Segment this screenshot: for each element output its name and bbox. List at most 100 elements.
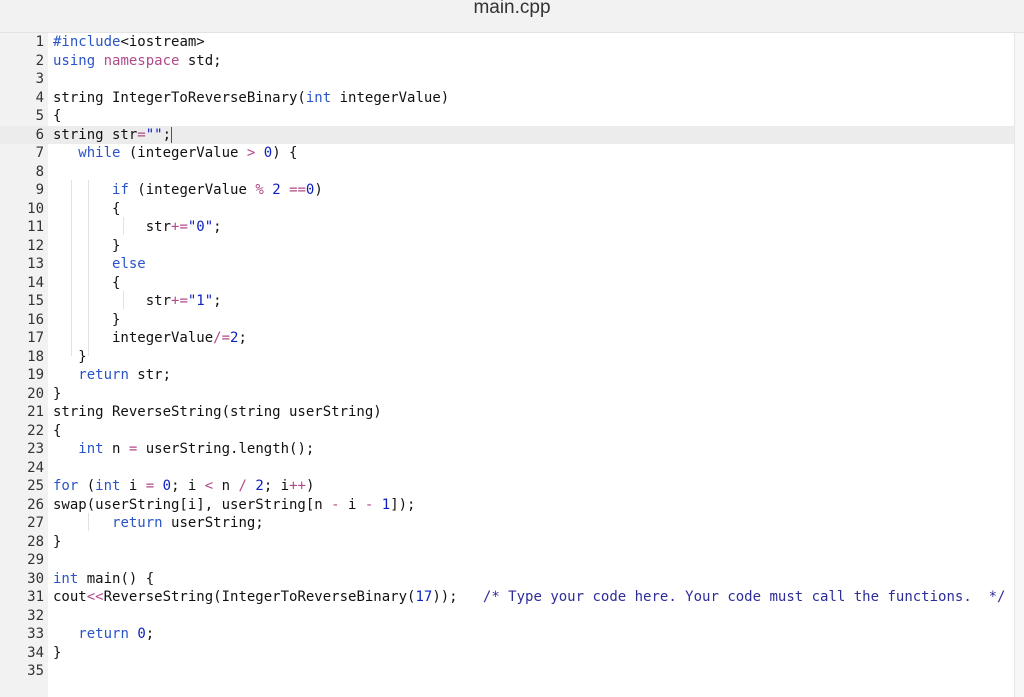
code-line[interactable]: 33 return 0;: [0, 625, 1014, 644]
code-line[interactable]: 28}: [0, 533, 1014, 552]
code-line[interactable]: 6 string str="";: [0, 125, 1014, 144]
code-text: integerValue/=2;: [53, 329, 1014, 348]
title-bar: main.cpp: [0, 0, 1024, 33]
code-token: ; i: [171, 478, 205, 494]
file-title: main.cpp: [473, 0, 551, 18]
code-text: }: [53, 533, 1014, 552]
code-token: ;: [162, 126, 172, 143]
code-line[interactable]: 32: [0, 607, 1014, 626]
code-line[interactable]: 35: [0, 662, 1014, 681]
code-line[interactable]: 31 cout<<ReverseString(IntegerToReverseBi…: [0, 588, 1014, 607]
code-text: return userString;: [53, 514, 1014, 533]
code-token: i: [120, 478, 146, 494]
code-token: /=: [213, 330, 231, 346]
code-token: std;: [179, 52, 222, 69]
code-token: n: [213, 478, 239, 494]
code-token: (: [78, 478, 96, 494]
code-line[interactable]: 17 integerValue/=2;: [0, 329, 1014, 348]
code-editor-window: main.cpp 1 #include<iostream> 2 using names…: [0, 0, 1024, 697]
code-line[interactable]: 34}: [0, 644, 1014, 663]
code-token: str;: [128, 367, 172, 383]
code-text: swap(userString[i], userString[n - i - 1…: [53, 496, 1014, 515]
code-token: ): [314, 182, 323, 198]
code-line[interactable]: 26 swap(userString[i], userString[n - i -…: [0, 496, 1014, 515]
code-line[interactable]: 10 {: [0, 200, 1014, 219]
code-token: (integerValue: [120, 145, 247, 161]
code-token: <iostream>: [120, 34, 205, 50]
code-line[interactable]: 3: [0, 70, 1014, 89]
code-line[interactable]: 12 }: [0, 237, 1014, 256]
line-number: 28: [27, 533, 44, 550]
code-line[interactable]: 29: [0, 551, 1014, 570]
code-line[interactable]: 18 }: [0, 348, 1014, 367]
code-line[interactable]: 19 return str;: [0, 366, 1014, 385]
line-number: 7: [35, 145, 44, 161]
code-line[interactable]: 30 int main() {: [0, 570, 1014, 589]
code-token: ;: [213, 219, 222, 235]
code-token: #include: [53, 34, 121, 50]
code-text: using namespace std;: [53, 52, 1014, 71]
code-line[interactable]: 7 while (integerValue > 0) {: [0, 144, 1014, 163]
code-text: int n = userString.length();: [53, 440, 1014, 459]
line-number: 14: [27, 274, 44, 291]
code-token: swap(userString[i], userString[n: [53, 496, 332, 513]
line-number: 24: [27, 459, 44, 476]
code-token: /* Type your code here. Your code must c…: [482, 589, 1006, 605]
code-line[interactable]: 16 }: [0, 311, 1014, 330]
code-line[interactable]: 22 {: [0, 422, 1014, 441]
line-number: 10: [27, 200, 44, 217]
line-number: 17: [27, 330, 44, 346]
code-text: {: [53, 422, 1014, 441]
line-number: 16: [27, 311, 44, 328]
code-token: i: [339, 496, 365, 513]
code-line[interactable]: 23 int n = userString.length();: [0, 440, 1014, 459]
line-number: 23: [27, 441, 44, 457]
code-token: ++: [289, 478, 306, 494]
vertical-scrollbar[interactable]: [1015, 33, 1024, 697]
code-line[interactable]: 9 if (integerValue % 2 ==0): [0, 181, 1014, 200]
code-line[interactable]: 27 return userString;: [0, 514, 1014, 533]
code-token: (integerValue: [128, 182, 256, 198]
code-line[interactable]: 24: [0, 459, 1014, 478]
code-token: {: [53, 108, 62, 124]
code-text: else: [53, 255, 1014, 274]
indent-guide: [88, 513, 89, 531]
code-token: int: [95, 478, 121, 494]
line-number: 31: [27, 589, 44, 605]
code-line[interactable]: 1 #include<iostream>: [0, 33, 1014, 52]
code-line[interactable]: 4 string IntegerToReverseBinary(int integ…: [0, 89, 1014, 108]
code-line[interactable]: 8: [0, 163, 1014, 182]
code-text: {: [53, 274, 1014, 293]
code-line[interactable]: 25 for (int i = 0; i < n / 2; i++): [0, 477, 1014, 496]
code-line[interactable]: 11 str+="0";: [0, 218, 1014, 237]
code-line[interactable]: 14 {: [0, 274, 1014, 293]
code-token: else: [112, 256, 146, 272]
code-token: <: [204, 478, 214, 494]
code-line[interactable]: 15 str+="1";: [0, 292, 1014, 311]
line-number: 33: [27, 626, 44, 642]
line-number: 20: [27, 385, 44, 402]
line-number: 34: [27, 644, 44, 661]
code-line[interactable]: 13 else: [0, 255, 1014, 274]
code-token: n: [103, 441, 129, 457]
code-token: =: [145, 478, 155, 494]
code-line[interactable]: 2 using namespace std;: [0, 52, 1014, 71]
code-line[interactable]: 21 string ReverseString(string userString…: [0, 403, 1014, 422]
code-token: ) {: [272, 145, 298, 161]
code-token: ;: [213, 293, 222, 309]
code-token: {: [53, 200, 121, 217]
code-token: "0": [187, 219, 214, 235]
code-token: return: [112, 515, 163, 531]
code-line[interactable]: 5{: [0, 107, 1014, 126]
code-line[interactable]: 20}: [0, 385, 1014, 404]
code-token: while: [78, 145, 121, 161]
code-area[interactable]: 1 #include<iostream> 2 using namespace std;…: [0, 33, 1014, 681]
indent-guide: [88, 180, 89, 356]
